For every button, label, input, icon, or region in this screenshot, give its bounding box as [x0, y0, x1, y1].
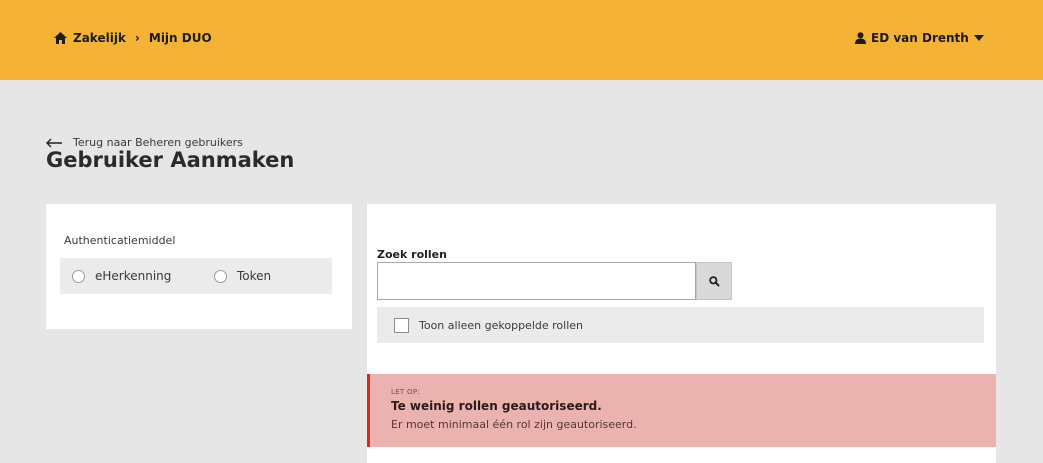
radio-circle[interactable]: [214, 269, 227, 283]
top-bar: Zakelijk › Mijn DUO ED van Drenth: [0, 0, 1043, 80]
home-icon[interactable]: [54, 32, 67, 44]
chevron-down-icon: [973, 35, 984, 41]
page-title: Gebruiker Aanmaken: [46, 148, 295, 172]
search-icon: [708, 272, 720, 291]
auth-label: Authenticatiemiddel: [64, 234, 176, 247]
search-button[interactable]: [696, 262, 732, 300]
arrow-left-icon: [46, 137, 63, 149]
user-icon: [855, 32, 866, 44]
filter-checkbox[interactable]: [394, 317, 409, 333]
radio-circle[interactable]: [72, 269, 85, 283]
user-menu[interactable]: ED van Drenth: [855, 31, 984, 45]
alert-tag: LET OP:: [391, 388, 421, 396]
warning-alert: LET OP: Te weinig rollen geautoriseerd. …: [367, 374, 996, 447]
search-input[interactable]: [377, 262, 696, 300]
alert-message: Er moet minimaal één rol zijn geautorise…: [391, 418, 637, 431]
alert-title: Te weinig rollen geautoriseerd.: [391, 399, 602, 413]
auth-card: Authenticatiemiddel eHerkenning Token: [46, 204, 352, 329]
filter-label: Toon alleen gekoppelde rollen: [419, 318, 583, 332]
breadcrumb-separator: ›: [134, 31, 140, 45]
user-name: ED van Drenth: [871, 31, 969, 45]
breadcrumb: Zakelijk › Mijn DUO: [54, 31, 212, 45]
search-label: Zoek rollen: [377, 248, 447, 261]
radio-label: Token: [237, 269, 272, 283]
breadcrumb-current[interactable]: Mijn DUO: [149, 31, 212, 45]
roles-card: Zoek rollen Toon alleen gekoppelde rolle…: [367, 204, 996, 463]
breadcrumb-home-link[interactable]: Zakelijk: [73, 31, 126, 45]
radio-token[interactable]: Token: [202, 258, 332, 294]
filter-linked-roles[interactable]: Toon alleen gekoppelde rollen: [377, 307, 984, 343]
radio-label: eHerkenning: [95, 269, 172, 283]
